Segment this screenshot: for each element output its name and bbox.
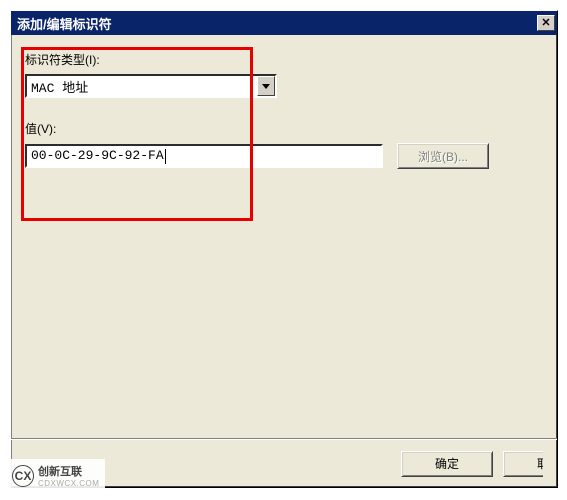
- dialog-window: 添加/编辑标识符 ✕ 标识符类型(I): MAC 地址 值(V): 00-0C-…: [10, 10, 558, 488]
- ok-button[interactable]: 确定: [401, 451, 493, 477]
- chevron-down-icon: [262, 84, 270, 89]
- identifier-type-field: 标识符类型(I): MAC 地址: [25, 51, 543, 98]
- titlebar: 添加/编辑标识符 ✕: [11, 11, 557, 35]
- dialog-footer: 确定 取消: [11, 439, 557, 487]
- combo-dropdown-button[interactable]: [257, 76, 275, 96]
- browse-button: 浏览(B)...: [397, 143, 489, 169]
- identifier-type-value: MAC 地址: [27, 77, 257, 96]
- close-icon: ✕: [541, 18, 550, 29]
- dialog-body: 标识符类型(I): MAC 地址 值(V): 00-0C-29-9C-92-FA…: [11, 35, 557, 439]
- identifier-type-label: 标识符类型(I):: [25, 51, 543, 68]
- text-caret: [165, 149, 166, 164]
- cancel-button-label: 取消: [537, 455, 543, 472]
- identifier-type-combo[interactable]: MAC 地址: [25, 74, 277, 98]
- window-title: 添加/编辑标识符: [17, 14, 112, 33]
- value-input[interactable]: 00-0C-29-9C-92-FA: [25, 144, 383, 168]
- value-input-text: 00-0C-29-9C-92-FA: [31, 146, 164, 166]
- ok-button-label: 确定: [435, 455, 459, 472]
- browse-button-label: 浏览(B)...: [418, 148, 468, 165]
- value-label: 值(V):: [25, 120, 543, 137]
- cancel-button[interactable]: 取消: [503, 451, 543, 477]
- cancel-button-cropped: 取消: [503, 451, 543, 477]
- value-field: 值(V): 00-0C-29-9C-92-FA 浏览(B)...: [25, 120, 543, 169]
- close-button[interactable]: ✕: [537, 15, 555, 31]
